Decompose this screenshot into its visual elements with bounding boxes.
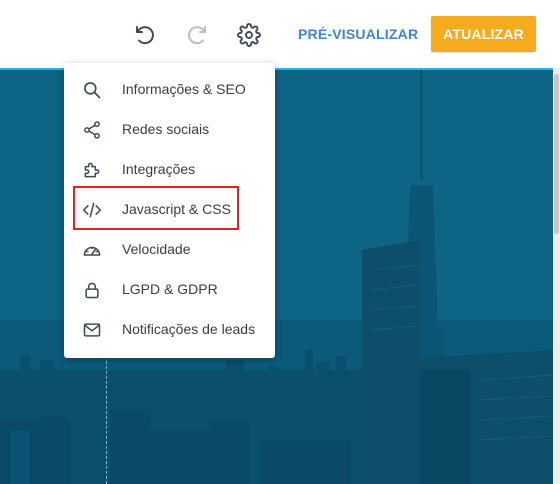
lock-icon	[82, 280, 102, 300]
menu-item-label: LGPD & GDPR	[122, 281, 218, 297]
undo-icon[interactable]	[131, 21, 159, 49]
menu-item-social[interactable]: Redes sociais	[64, 110, 275, 150]
editor-toolbar: PRÉ-VISUALIZAR ATUALIZAR	[0, 0, 560, 68]
menu-item-label: Redes sociais	[122, 121, 210, 137]
redo-icon[interactable]	[183, 21, 211, 49]
update-button[interactable]: ATUALIZAR	[431, 16, 536, 52]
mail-icon	[82, 320, 102, 340]
menu-item-info-seo[interactable]: Informações & SEO	[64, 70, 275, 110]
menu-item-lgpd-gdpr[interactable]: LGPD & GDPR	[64, 270, 275, 310]
preview-button[interactable]: PRÉ-VISUALIZAR	[298, 26, 418, 42]
menu-item-label: Velocidade	[122, 241, 191, 257]
menu-item-label: Integrações	[122, 161, 196, 177]
gear-icon[interactable]	[235, 21, 263, 49]
speedometer-icon	[82, 240, 102, 260]
scrollbar-thumb[interactable]	[554, 74, 559, 234]
menu-item-label: Informações & SEO	[122, 81, 246, 97]
highlight-box	[73, 186, 239, 230]
search-icon	[82, 80, 102, 100]
menu-item-lead-notifications[interactable]: Notificações de leads	[64, 310, 275, 350]
share-icon	[82, 120, 102, 140]
menu-item-label: Notificações de leads	[122, 321, 256, 337]
menu-item-speed[interactable]: Velocidade	[64, 230, 275, 270]
menu-item-integrations[interactable]: Integrações	[64, 150, 275, 190]
puzzle-icon	[82, 160, 102, 180]
vertical-scrollbar[interactable]	[553, 68, 560, 484]
